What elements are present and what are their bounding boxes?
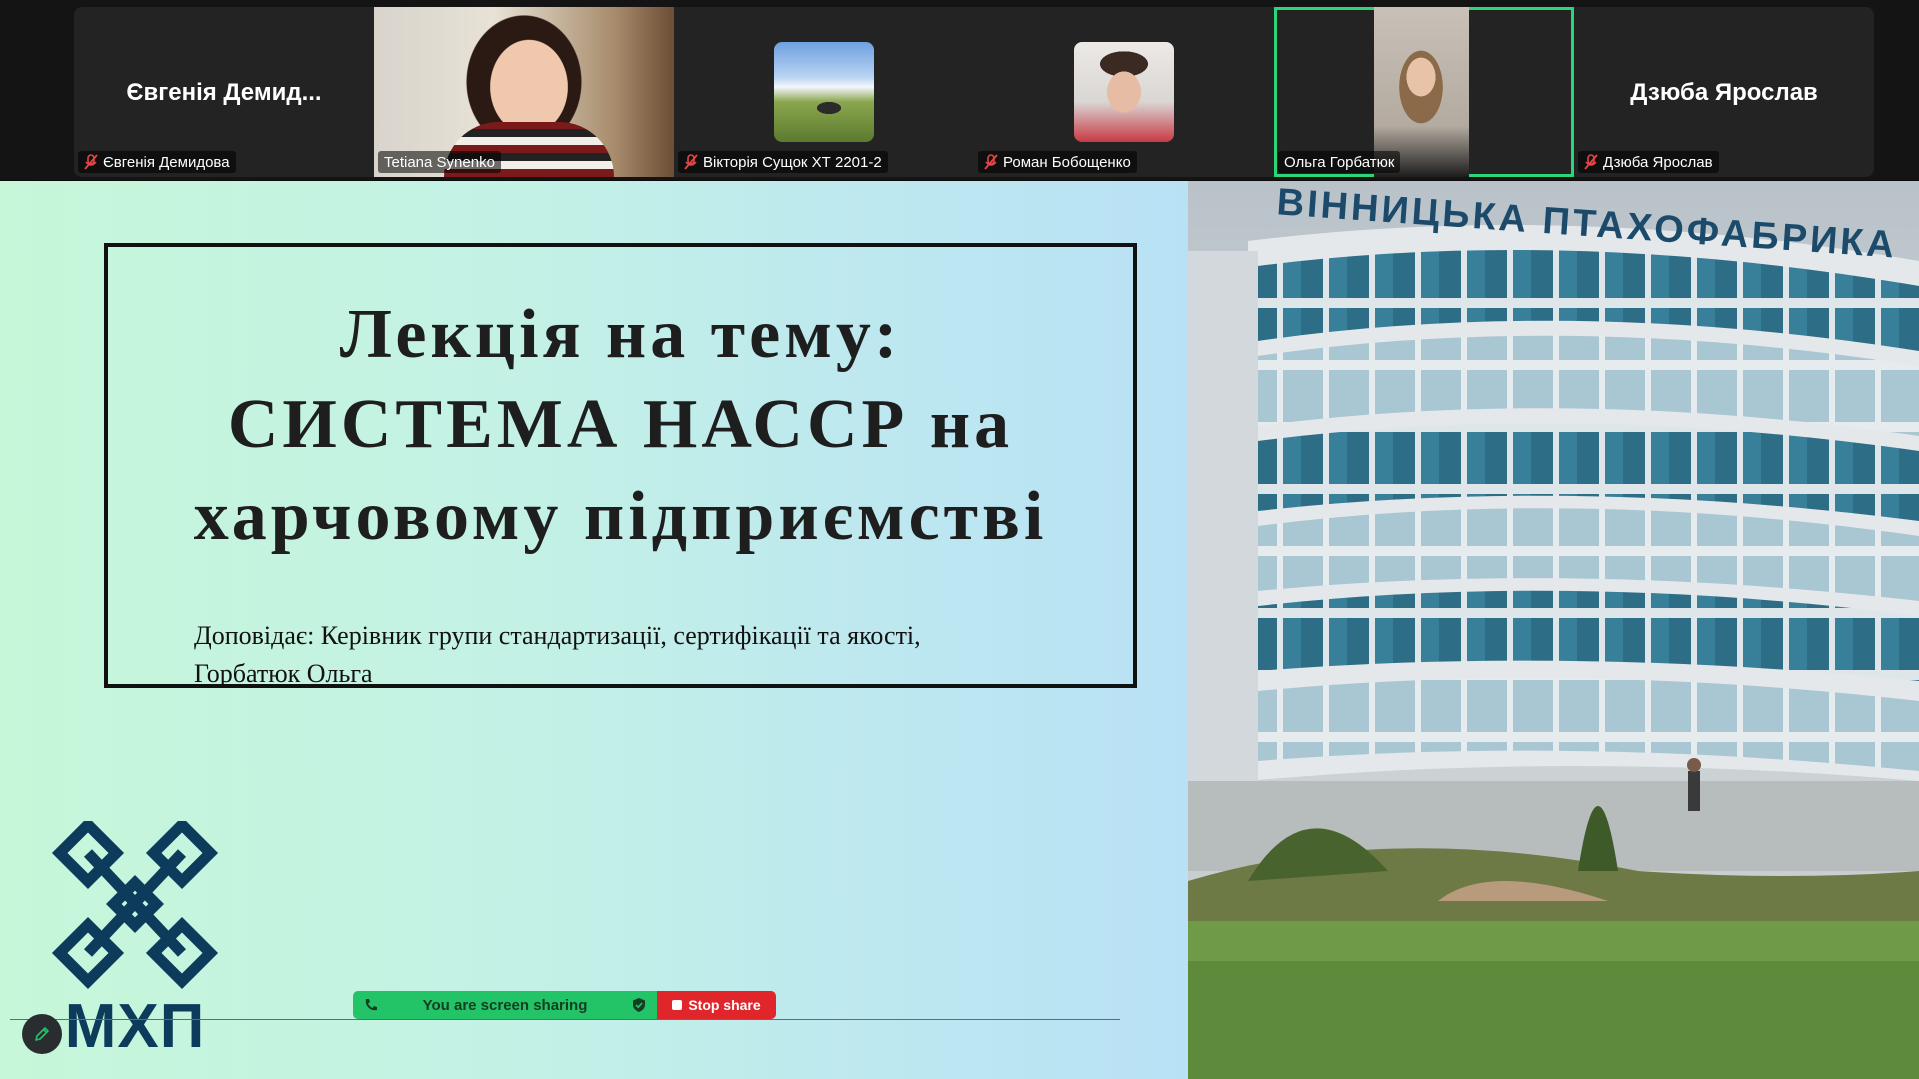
stop-share-button[interactable]: Stop share	[657, 991, 776, 1019]
slide-title-line-2: СИСТЕМА НАССР на	[227, 386, 1014, 463]
participant-name: Роман Бобощенко	[1003, 153, 1131, 171]
presenter-info: Доповідає: Керівник групи стандартизації…	[194, 617, 921, 693]
participant-tile-yaroslav[interactable]: Дзюба Ярослав Дзюба Ярослав	[1574, 7, 1874, 177]
participant-big-name: Дзюба Ярослав	[1630, 79, 1818, 106]
participant-name: Дзюба Ярослав	[1603, 153, 1713, 171]
mic-muted-icon	[84, 154, 98, 170]
phone-icon	[365, 999, 377, 1011]
participant-name: Ольга Горбатюк	[1284, 153, 1395, 171]
stop-share-label: Stop share	[688, 997, 761, 1013]
participant-label: Дзюба Ярослав	[1578, 151, 1719, 173]
share-status[interactable]: You are screen sharing	[353, 991, 657, 1019]
factory-photo: ВІННИЦЬКА ПТАХОФАБРИКА	[1188, 181, 1919, 1079]
participant-label: Вікторія Сущок ХТ 2201-2	[678, 151, 888, 173]
title-box: Лекція на тему: СИСТЕМА НАССР на харчово…	[104, 243, 1137, 688]
annotate-button[interactable]	[22, 1014, 62, 1054]
participant-label: Роман Бобощенко	[978, 151, 1137, 173]
participant-tile-viktoriia[interactable]: Вікторія Сущок ХТ 2201-2	[674, 7, 974, 177]
divider	[10, 1019, 1120, 1020]
participant-tile-yevheniia[interactable]: Євгенія Демид... Євгенія Демидова	[74, 7, 374, 177]
stop-square-icon	[672, 1000, 683, 1010]
participant-name: Євгенія Демидова	[103, 153, 230, 171]
participant-label: Євгенія Демидова	[78, 151, 236, 173]
share-status-text: You are screen sharing	[422, 996, 588, 1014]
slide-title-line-3: харчовому підприємстві	[193, 478, 1048, 555]
avatar	[774, 42, 874, 142]
participant-big-name: Євгенія Демид...	[126, 79, 322, 106]
pencil-icon	[35, 1027, 49, 1041]
participant-tile-tetiana[interactable]: Tetiana Synenko	[374, 7, 674, 177]
presenter-name: Горбатюк Ольга	[194, 659, 373, 688]
mic-muted-icon	[984, 154, 998, 170]
participant-label: Ольга Горбатюк	[1278, 151, 1401, 173]
participant-name: Tetiana Synenko	[384, 153, 495, 171]
participant-tile-roman[interactable]: Роман Бобощенко	[974, 7, 1274, 177]
participant-label: Tetiana Synenko	[378, 151, 501, 173]
windmill-icon	[51, 816, 219, 990]
mic-muted-icon	[1584, 154, 1598, 170]
participant-strip: Євгенія Демид... Євгенія Демидова Tetian…	[0, 0, 1919, 180]
participant-tiles: Євгенія Демид... Євгенія Демидова Tetian…	[74, 7, 1874, 177]
mhp-logo: МХП	[40, 816, 230, 1061]
slide-content: Лекція на тему: СИСТЕМА НАССР на харчово…	[0, 181, 1188, 1079]
logo-text: МХП	[64, 992, 206, 1061]
shared-slide: Лекція на тему: СИСТЕМА НАССР на харчово…	[0, 181, 1919, 1079]
screen-sharing-bar[interactable]: You are screen sharing Stop share	[353, 991, 776, 1019]
participant-name: Вікторія Сущок ХТ 2201-2	[703, 153, 882, 171]
participant-tile-olha[interactable]: Ольга Горбатюк	[1274, 7, 1574, 177]
slide-title-line-1: Лекція на тему:	[339, 296, 902, 373]
presenter-role: Доповідає: Керівник групи стандартизації…	[194, 621, 921, 650]
mic-muted-icon	[684, 154, 698, 170]
avatar	[1074, 42, 1174, 142]
shield-icon	[633, 998, 645, 1012]
